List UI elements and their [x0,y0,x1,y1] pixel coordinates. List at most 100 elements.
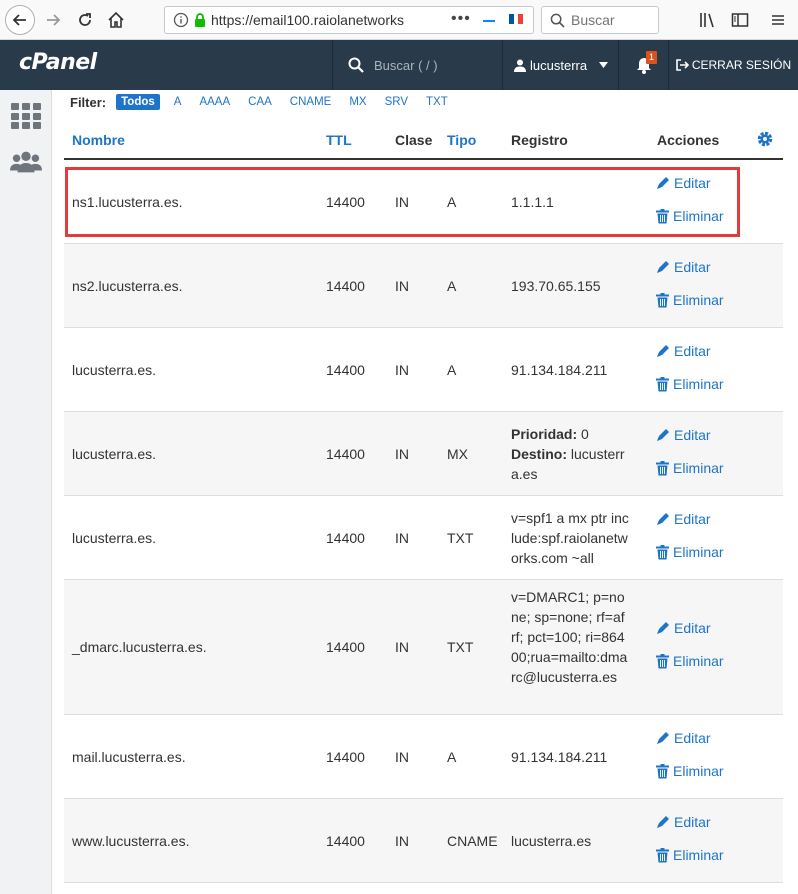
username: lucusterra [530,57,588,73]
edit-button[interactable]: Editar [656,427,711,443]
edit-label: Editar [674,427,711,443]
search-icon [550,13,565,28]
record-type: A [447,749,457,765]
back-button[interactable] [5,5,35,35]
home-button[interactable] [105,9,127,31]
edit-button[interactable]: Editar [656,259,711,275]
library-button[interactable] [697,9,719,31]
record-type: TXT [447,530,474,546]
library-icon [700,13,714,28]
filter-mx[interactable]: MX [349,96,366,108]
table-row: mail.lucusterra.es. 14400 IN A 91.134.18… [64,715,783,799]
forward-button[interactable] [42,9,64,31]
record-type: CNAME [447,833,498,849]
filter-a[interactable]: A [174,96,182,108]
delete-button[interactable]: Eliminar [656,653,724,669]
sidebar-tools-button[interactable] [10,100,42,132]
delete-button[interactable]: Eliminar [656,847,724,863]
record-value: 1.1.1.1 [511,194,554,210]
delete-label: Eliminar [673,544,724,560]
record-type: A [447,194,457,210]
filter-srv[interactable]: SRV [385,96,408,108]
delete-button[interactable]: Eliminar [656,208,724,224]
delete-label: Eliminar [673,208,724,224]
record-type: TXT [447,639,474,655]
pencil-icon [657,622,669,634]
trash-icon [656,847,669,862]
browser-search-input[interactable]: Buscar [541,6,659,34]
logout-icon [676,59,689,71]
record-name: ns1.lucusterra.es. [72,194,183,210]
cpanel-logo[interactable]: cPanel [19,50,97,75]
menu-button[interactable] [767,9,789,31]
url-bar[interactable]: https://email100.raiolanetworks ••• [164,6,534,34]
home-icon [108,11,124,28]
page-actions-button[interactable]: ••• [451,10,471,28]
column-header-name[interactable]: Nombre [72,132,125,148]
record-class: IN [395,194,409,210]
browser-search-placeholder: Buscar [571,12,615,28]
cpanel-search-input[interactable]: Buscar ( / ) [332,40,502,90]
delete-label: Eliminar [673,460,724,476]
column-header-type[interactable]: Tipo [447,132,476,148]
record-name: lucusterra.es. [72,530,157,546]
pencil-icon [657,177,669,189]
record-value: lucusterra.es [511,833,592,849]
table-row: _dmarc.lucusterra.es. 14400 IN TXT v=DMA… [64,580,783,715]
sidebar-toggle-button[interactable] [729,9,751,31]
delete-button[interactable]: Eliminar [656,292,724,308]
filter-todos[interactable]: Todos [116,94,160,110]
trash-icon [656,544,669,559]
pocket-icon[interactable] [483,20,495,22]
reload-button[interactable] [74,9,96,31]
edit-button[interactable]: Editar [656,730,711,746]
filter-caa[interactable]: CAA [248,96,272,108]
filter-cname[interactable]: CNAME [290,96,332,108]
delete-button[interactable]: Eliminar [656,460,724,476]
record-ttl: 14400 [326,362,365,378]
trash-icon [656,376,669,391]
pencil-icon [657,429,669,441]
record-value: 91.134.184.211 [511,749,608,765]
arrow-right-icon [47,14,61,26]
record-ttl: 14400 [326,446,365,462]
record-class: IN [395,833,409,849]
dns-records-table: ns1.lucusterra.es. 14400 IN A 1.1.1.1 Ed… [64,160,783,883]
table-row: lucusterra.es. 14400 IN A 91.134.184.211… [64,328,783,412]
pencil-icon [657,345,669,357]
edit-button[interactable]: Editar [656,343,711,359]
table-header: Nombre TTL Clase Tipo Registro Acciones [64,124,783,160]
record-name: _dmarc.lucusterra.es. [72,639,207,655]
delete-button[interactable]: Eliminar [656,376,724,392]
delete-button[interactable]: Eliminar [656,544,724,560]
arrow-left-icon [12,14,26,26]
france-flag-icon[interactable] [509,14,524,24]
lock-icon [195,13,205,27]
sidebar [0,90,52,894]
edit-button[interactable]: Editar [656,175,711,191]
edit-button[interactable]: Editar [656,814,711,830]
delete-label: Eliminar [673,376,724,392]
delete-button[interactable]: Eliminar [656,763,724,779]
user-menu[interactable]: lucusterra [502,40,618,90]
filter-label: Filter: [70,94,107,110]
table-row: ns2.lucusterra.es. 14400 IN A 193.70.65.… [64,244,783,328]
filter-txt[interactable]: TXT [426,96,448,108]
record-value: 91.134.184.211 [511,362,608,378]
gear-icon[interactable] [756,130,774,148]
logout-button[interactable]: CERRAR SESIÓN [668,40,798,90]
search-icon [348,57,364,73]
column-header-actions: Acciones [657,132,720,148]
cpanel-header: cPanel Buscar ( / ) lucusterra 1 CERRAR … [0,40,798,90]
edit-label: Editar [674,511,711,527]
notifications-button[interactable]: 1 [618,40,668,90]
filter-aaaa[interactable]: AAAA [199,96,230,108]
column-header-ttl[interactable]: TTL [326,132,352,148]
sidebar-users-button[interactable] [10,146,42,178]
sidebar-icon [731,13,749,27]
edit-button[interactable]: Editar [656,511,711,527]
table-row: lucusterra.es. 14400 IN MX Prioridad: 0 … [64,412,783,496]
delete-label: Eliminar [673,653,724,669]
edit-button[interactable]: Editar [656,620,711,636]
trash-icon [656,292,669,307]
